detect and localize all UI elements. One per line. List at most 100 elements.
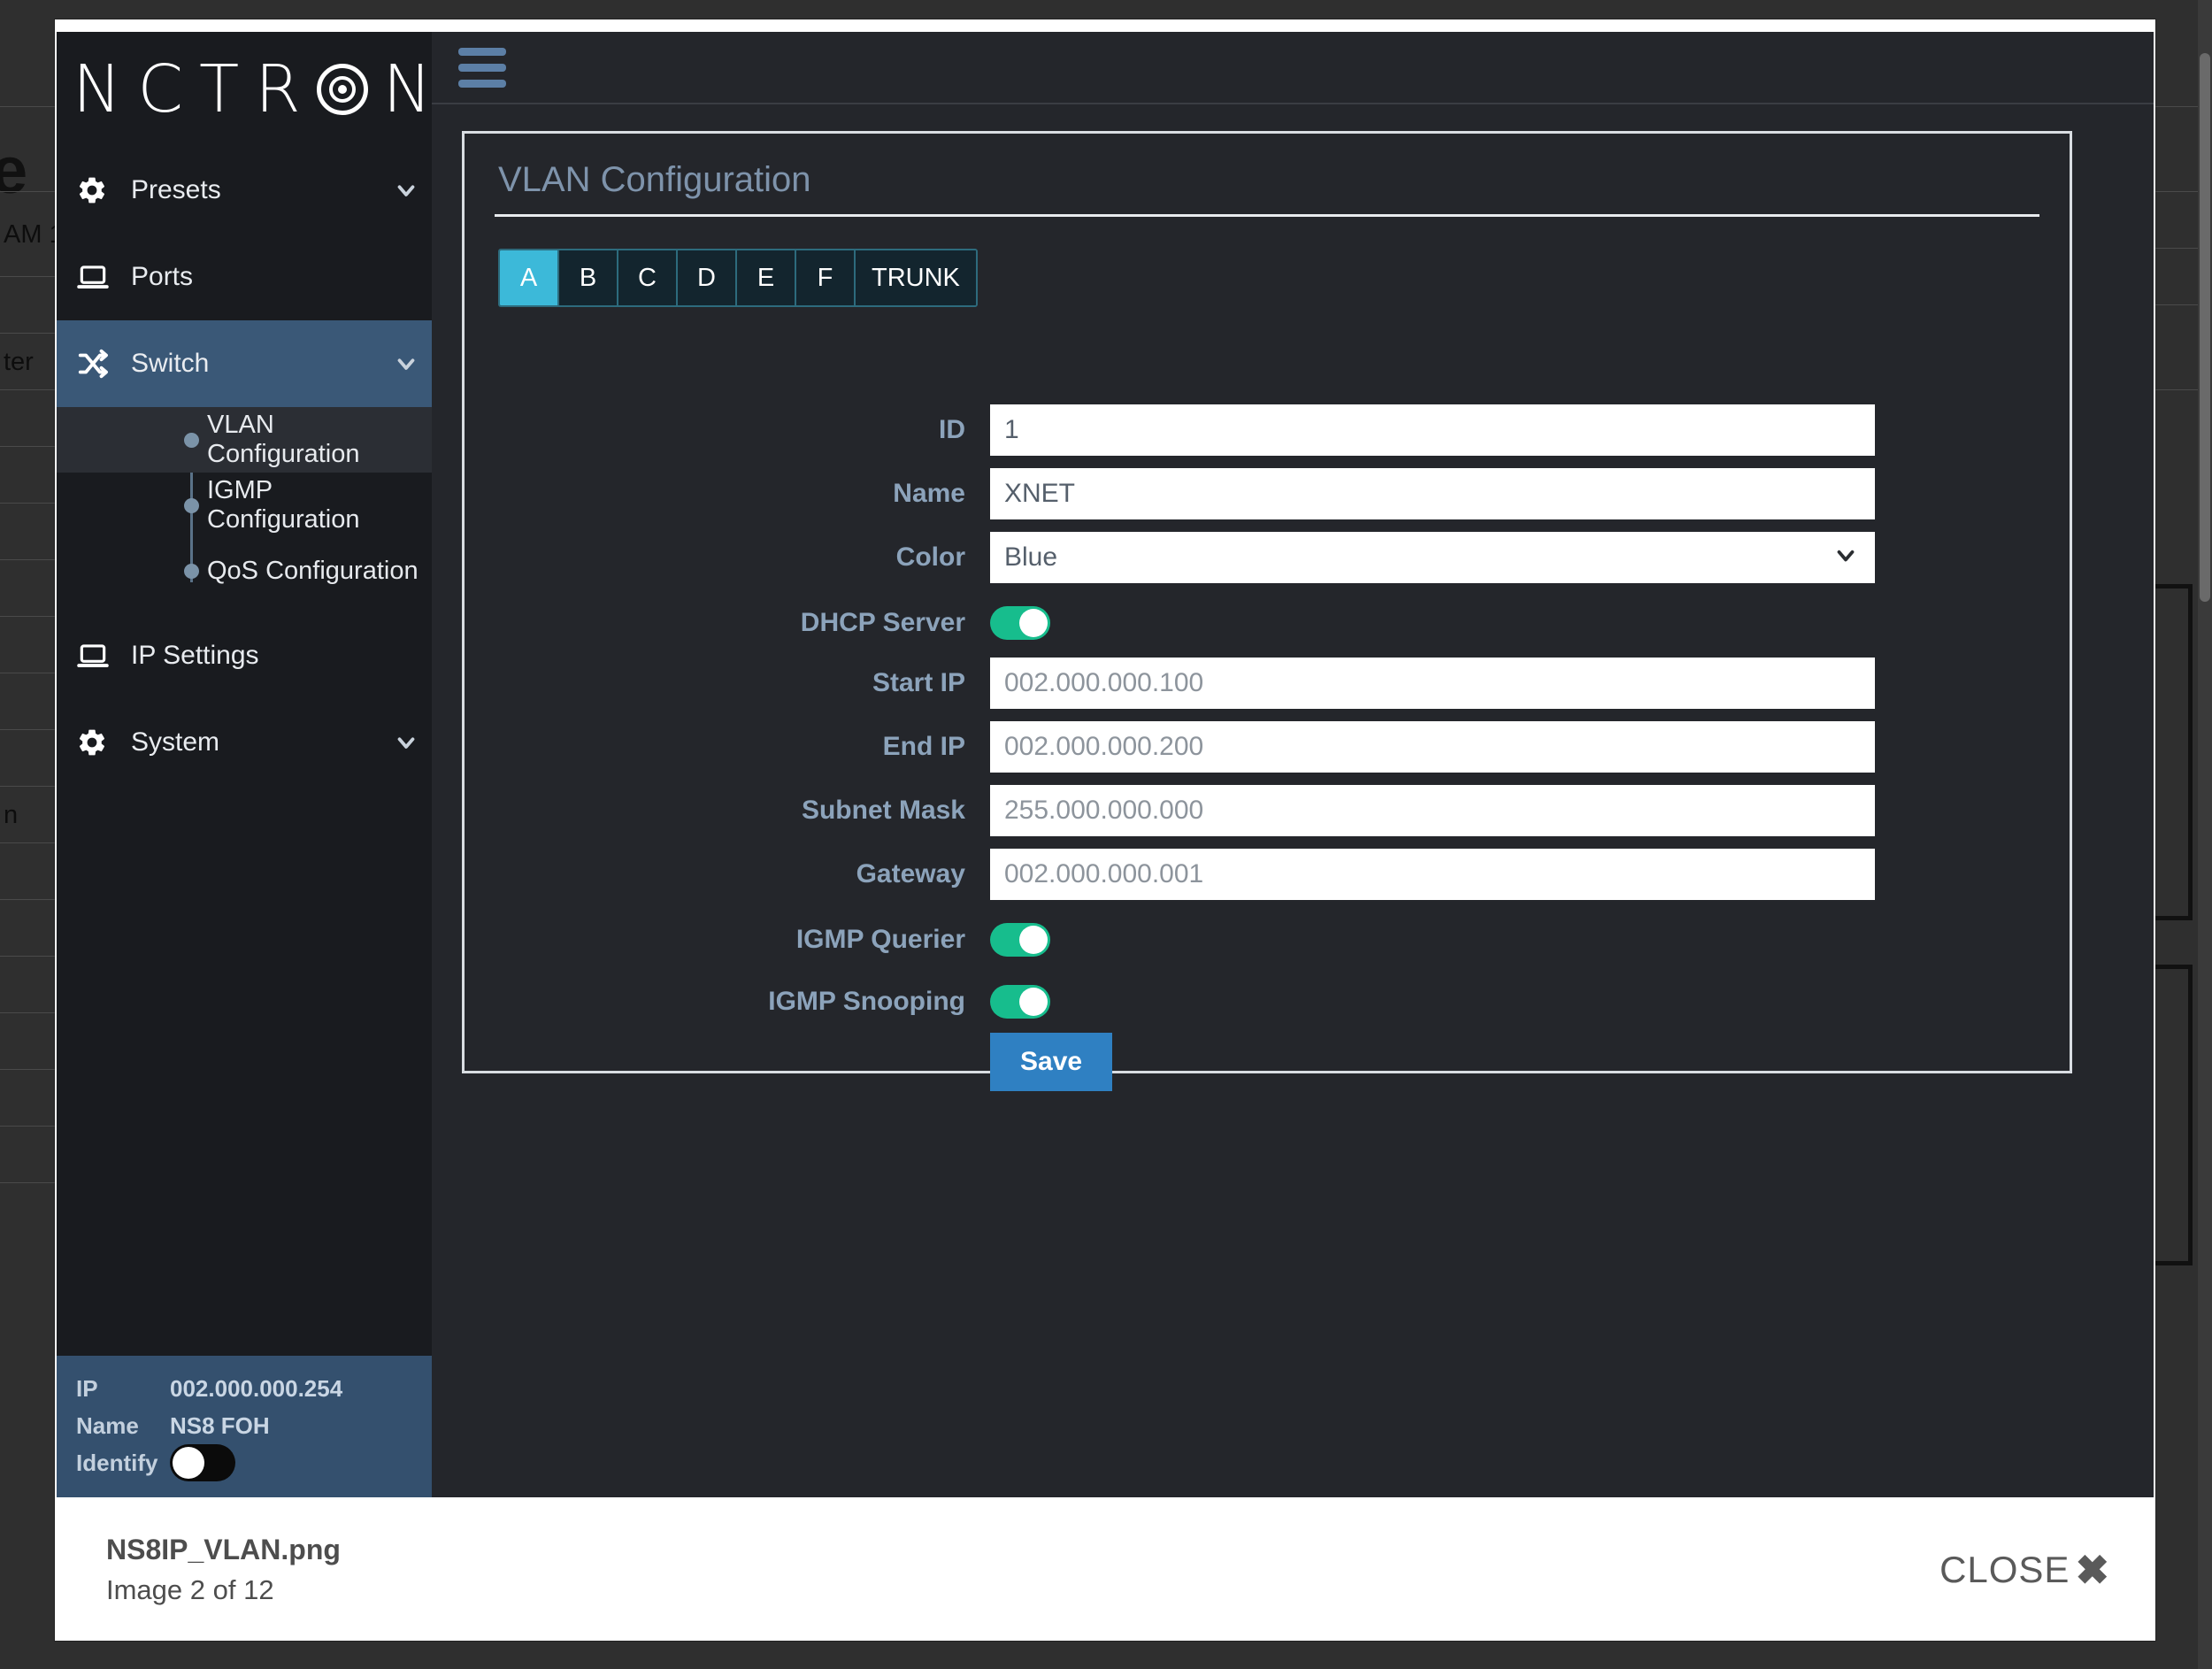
sidebar-nav: Presets Ports Switch VLAN Configuration … [57, 147, 432, 1356]
bullet-icon [184, 432, 199, 448]
id-input[interactable] [990, 404, 1875, 456]
sidebar-subitem-label: IGMP Configuration [207, 476, 360, 534]
sidebar-item-label: Ports [131, 262, 194, 291]
tab-f[interactable]: F [796, 250, 856, 305]
target-icon [316, 64, 368, 115]
end-ip-input[interactable] [990, 721, 1875, 773]
form-row-dhcp-server: DHCP Server [495, 594, 2039, 652]
page-scrollbar-thumb[interactable] [2200, 53, 2210, 602]
app-screenshot: N C T R N Presets Ports Switch VLAN Conf… [57, 32, 2154, 1497]
page-title: VLAN Configuration [498, 160, 811, 199]
device-name-value: NS8 FOH [170, 1411, 270, 1439]
page-scrollbar[interactable] [2198, 0, 2212, 1669]
vlan-form: ID Name Color [495, 403, 2039, 1091]
brand-letter: T [199, 51, 241, 127]
igmp-querier-toggle[interactable] [990, 923, 1050, 957]
name-input[interactable] [990, 468, 1875, 519]
tab-b[interactable]: B [559, 250, 618, 305]
background-filter-text: ter [4, 348, 34, 376]
dhcp-server-toggle[interactable] [990, 606, 1050, 640]
shuffle-icon [76, 347, 122, 381]
brand-letter: R [255, 51, 302, 127]
start-ip-label: Start IP [872, 668, 965, 697]
subnet-mask-label: Subnet Mask [801, 796, 965, 825]
form-row-igmp-snooping: IGMP Snooping [495, 973, 2039, 1031]
sidebar-item-label: System [131, 727, 220, 757]
sidebar-subitem-label: QoS Configuration [207, 556, 419, 585]
close-button[interactable]: CLOSE ✖ [1939, 1549, 2109, 1591]
brand-letter: N [382, 51, 434, 127]
form-row-subnet-mask: Subnet Mask [495, 783, 2039, 838]
color-select[interactable] [990, 532, 1875, 583]
device-ip-row: IP 002.000.000.254 [76, 1370, 432, 1407]
igmp-snooping-toggle[interactable] [990, 985, 1050, 1019]
background-time-label: AM [4, 220, 42, 249]
monitor-icon [76, 639, 122, 673]
brand-logo: N C T R N [57, 32, 432, 147]
brand-letter: N [73, 51, 123, 127]
title-divider [495, 214, 2039, 217]
end-ip-label: End IP [882, 732, 965, 761]
form-row-start-ip: Start IP [495, 656, 2039, 711]
dhcp-server-label: DHCP Server [800, 608, 965, 637]
device-name-label: Name [76, 1411, 139, 1439]
chevron-down-icon [380, 177, 432, 204]
sidebar-item-ports[interactable]: Ports [57, 234, 432, 320]
id-label: ID [939, 415, 965, 444]
device-ip-value: 002.000.000.254 [170, 1374, 343, 1402]
gear-icon [76, 174, 122, 206]
sidebar: N C T R N Presets Ports Switch VLAN Conf… [57, 32, 432, 1497]
igmp-snooping-label: IGMP Snooping [768, 987, 965, 1016]
sidebar-item-switch[interactable]: Switch [57, 320, 432, 407]
image-filename: NS8IP_VLAN.png [106, 1534, 341, 1566]
sidebar-item-presets[interactable]: Presets [57, 147, 432, 234]
tab-d[interactable]: D [678, 250, 737, 305]
subnet-mask-input[interactable] [990, 785, 1875, 836]
form-row-save: Save [495, 1033, 2039, 1091]
sidebar-item-vlan-configuration[interactable]: VLAN Configuration [57, 407, 432, 473]
igmp-querier-label: IGMP Querier [795, 925, 965, 954]
hamburger-icon[interactable] [458, 47, 506, 88]
vlan-tab-bar: A B C D E F TRUNK [498, 249, 978, 307]
brand-letter: C [137, 51, 185, 127]
form-row-name: Name [495, 466, 2039, 521]
tab-trunk[interactable]: TRUNK [856, 250, 976, 305]
device-status-footer: IP 002.000.000.254 Name NS8 FOH Identify [57, 1356, 432, 1497]
tab-a[interactable]: A [500, 250, 559, 305]
chevron-down-icon [380, 350, 432, 377]
identify-label: Identify [76, 1449, 158, 1476]
sidebar-item-system[interactable]: System [57, 699, 432, 786]
gateway-input[interactable] [990, 849, 1875, 900]
sidebar-item-label: Switch [131, 349, 210, 378]
identify-toggle[interactable] [170, 1444, 235, 1481]
sidebar-item-label: Presets [131, 175, 221, 204]
caption-text-block: NS8IP_VLAN.png Image 2 of 12 [106, 1529, 341, 1610]
form-row-igmp-querier: IGMP Querier [495, 911, 2039, 969]
sidebar-item-igmp-configuration[interactable]: IGMP Configuration [57, 473, 432, 538]
monitor-icon [76, 260, 122, 294]
lightbox-caption: NS8IP_VLAN.png Image 2 of 12 CLOSE ✖ [55, 1499, 2155, 1641]
form-row-end-ip: End IP [495, 719, 2039, 774]
tab-e[interactable]: E [737, 250, 796, 305]
lightbox-modal: N C T R N Presets Ports Switch VLAN Conf… [55, 19, 2155, 1641]
sidebar-item-ip-settings[interactable]: IP Settings [57, 612, 432, 699]
bullet-icon [184, 497, 199, 513]
sidebar-submenu-switch: VLAN Configuration IGMP Configuration Qo… [57, 407, 432, 612]
tab-c[interactable]: C [618, 250, 678, 305]
main-content: VLAN Configuration A B C D E F TRUNK ID [432, 32, 2154, 1497]
vlan-configuration-panel: VLAN Configuration A B C D E F TRUNK ID [462, 131, 2072, 1091]
start-ip-input[interactable] [990, 658, 1875, 709]
sidebar-subitem-label: VLAN Configuration [207, 411, 360, 468]
chevron-down-icon [380, 729, 432, 756]
identify-row: Identify [76, 1444, 432, 1481]
image-counter: Image 2 of 12 [106, 1573, 274, 1605]
background-lower-text: n [4, 801, 19, 829]
sidebar-item-qos-configuration[interactable]: QoS Configuration [57, 538, 432, 604]
color-label: Color [895, 542, 965, 572]
save-button[interactable]: Save [990, 1033, 1113, 1091]
form-row-id: ID [495, 403, 2039, 458]
name-label: Name [893, 479, 965, 508]
bullet-icon [184, 563, 199, 579]
top-bar [432, 32, 2154, 104]
sidebar-item-label: IP Settings [131, 641, 259, 670]
